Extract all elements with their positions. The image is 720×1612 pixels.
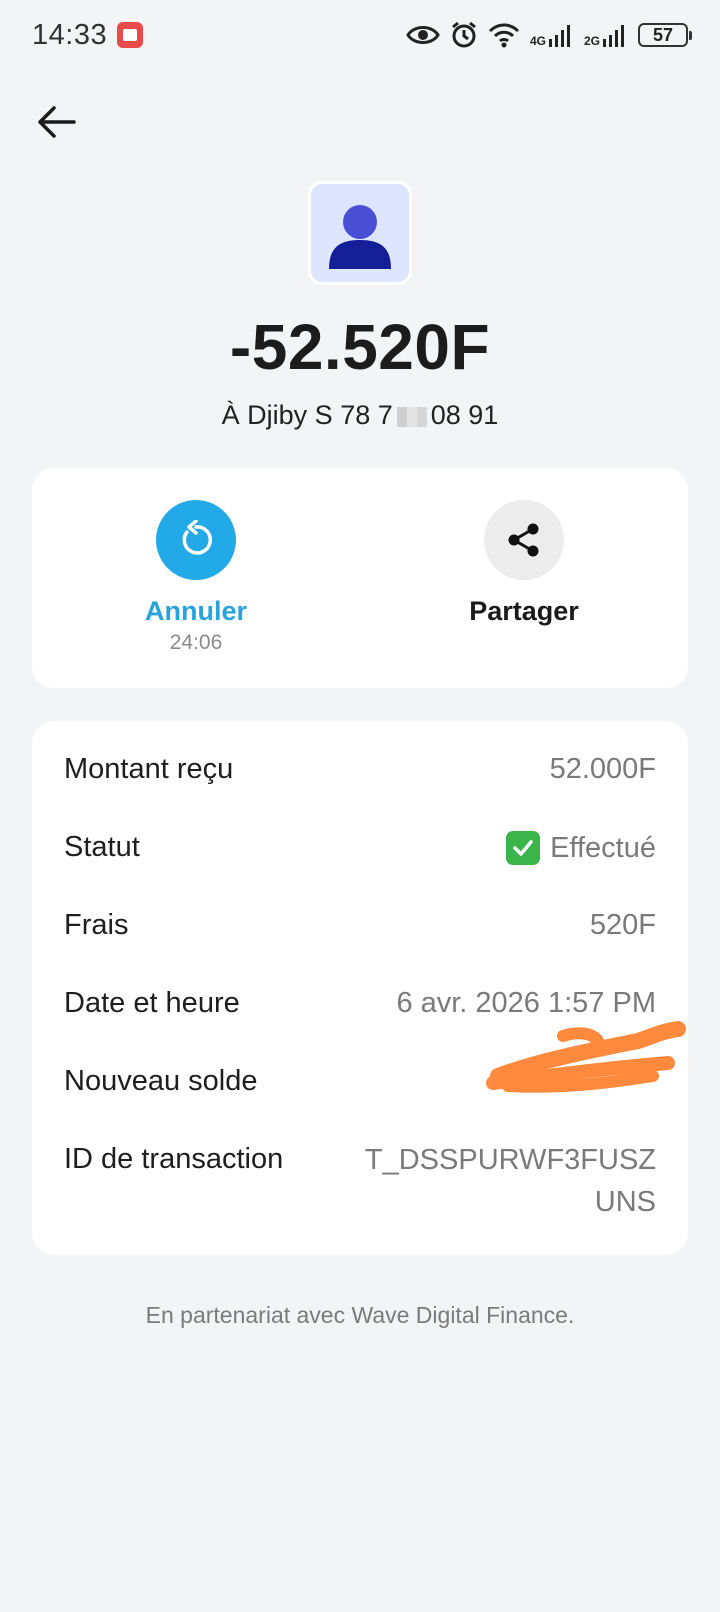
fees-row: Frais 520F (64, 899, 656, 977)
status-value: Effectué (550, 831, 656, 864)
network-1-label: 4G (529, 34, 546, 48)
alarm-icon (452, 21, 476, 48)
amount-received-label: Montant reçu (64, 753, 234, 785)
recipient-suffix: 08 91 (430, 400, 499, 430)
signal-2g: 2G (584, 23, 628, 47)
wifi-icon (488, 23, 520, 48)
eye-icon (406, 26, 440, 44)
back-button[interactable] (34, 100, 78, 144)
share-button[interactable]: Partager (360, 468, 688, 688)
amount-received-row: Montant reçu 52.000F (64, 743, 656, 821)
datetime-label: Date et heure (64, 987, 240, 1019)
redaction-scribble (486, 1021, 686, 1093)
datetime-value: 6 avr. 2026 1:57 PM (396, 987, 656, 1019)
status-bar: 14:33 4G 2G 57 (0, 0, 720, 70)
signal-bars-icon (603, 25, 624, 47)
network-2-label: 2G (583, 34, 600, 48)
status-row: Statut Effectué (64, 821, 656, 899)
partner-footer: En partenariat avec Wave Digital Finance… (145, 1302, 575, 1328)
transaction-id-value[interactable]: T_DSSPURWF3FUSZ UNS (356, 1133, 656, 1223)
recipient-prefix: À Djiby S 78 7 (221, 400, 393, 430)
recipient-line: À Djiby S 78 7 08 91 (0, 400, 720, 431)
transaction-amount: -52.520F (229, 311, 491, 383)
cancel-timer: 24:06 (169, 631, 223, 654)
share-icon (508, 523, 539, 557)
fees-label: Frais (64, 909, 129, 941)
share-circle[interactable] (484, 500, 564, 580)
fees-value: 520F (589, 909, 656, 941)
cancel-label: Annuler (144, 596, 247, 626)
transaction-id-row: ID de transaction T_DSSPURWF3FUSZ UNS (64, 1133, 656, 1223)
status-left: 14:33 (32, 18, 144, 52)
details-card: Montant reçu 52.000F Statut Effectué Fra… (32, 721, 688, 1255)
masked-digits (396, 406, 427, 427)
cancel-button[interactable]: Annuler 24:06 (32, 468, 360, 688)
user-icon (329, 205, 391, 269)
new-balance-label: Nouveau solde (64, 1065, 258, 1097)
transaction-id-label: ID de transaction (64, 1143, 284, 1175)
recipient-avatar (308, 181, 412, 285)
status-right: 4G 2G 57 (406, 21, 692, 49)
signal-bars-icon (548, 25, 570, 47)
battery-icon: 57 (638, 23, 692, 47)
check-icon (506, 831, 541, 865)
app-notification-icon (117, 22, 144, 48)
undo-icon (182, 520, 213, 555)
status-label: Statut (64, 831, 140, 863)
share-label: Partager (469, 596, 579, 626)
amount-received-value: 52.000F (549, 753, 656, 785)
actions-card: Annuler 24:06 Partager (32, 468, 688, 688)
cancel-circle[interactable] (156, 500, 236, 580)
arrow-left-icon (38, 106, 76, 138)
status-value-wrap: Effectué (506, 821, 656, 865)
status-time: 14:33 (32, 18, 108, 51)
signal-4g: 4G (530, 23, 574, 47)
